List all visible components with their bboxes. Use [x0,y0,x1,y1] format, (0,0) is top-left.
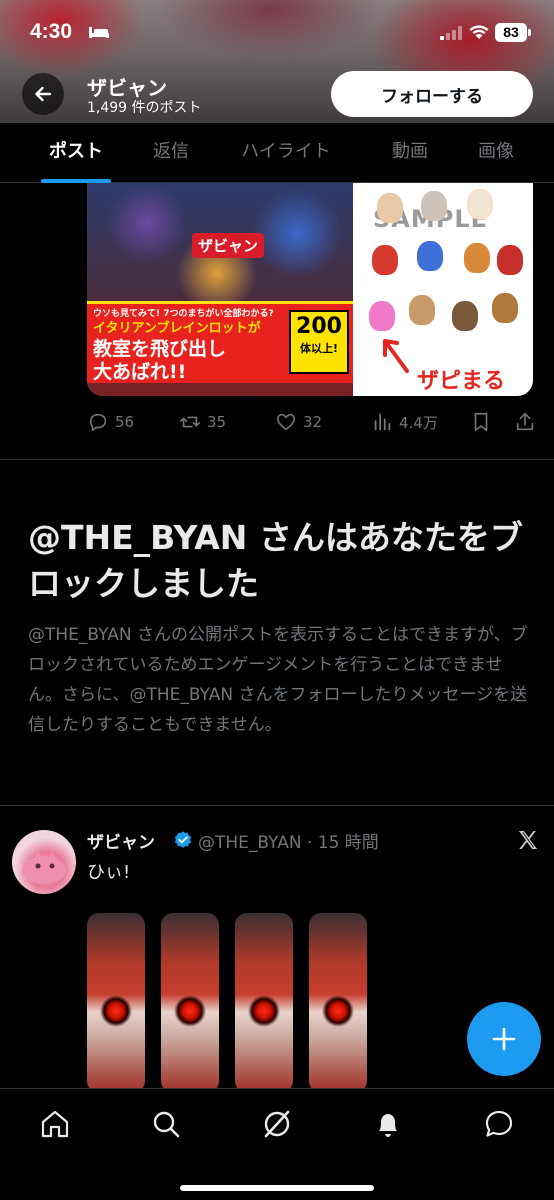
battery-tip [528,29,531,36]
sticker-figure [467,189,493,219]
media-brand-label: ザビャン [192,233,265,258]
cellular-signal-icon [440,26,462,40]
status-bar: 4:30 83 [0,20,554,46]
promo-line-3: 大あばれ!! [93,361,187,383]
views-count: 4.4万 [399,413,438,432]
notifications-icon[interactable] [371,1107,405,1141]
tab-posts[interactable]: ポスト [0,123,152,182]
reply-count: 56 [115,413,135,431]
section-divider [0,459,554,460]
repost-button[interactable]: 35 [179,404,226,440]
battery-indicator: 83 [495,23,527,42]
home-indicator-bar [180,1185,374,1191]
repost-count: 35 [207,413,227,431]
verified-badge-icon [174,831,192,848]
sticker-figure [452,301,478,331]
post-image-panel[interactable] [87,913,145,1093]
sticker-figure [497,245,523,275]
avatar[interactable] [12,830,76,894]
tab-replies[interactable]: 返信 [152,123,190,182]
compose-post-button[interactable] [467,1002,541,1076]
share-icon [516,412,534,431]
post-handle-and-time[interactable]: @THE_BYAN · 15 時間 [198,828,379,853]
like-button[interactable]: 32 [275,404,322,440]
tab-media[interactable]: 画像 [438,123,554,182]
follow-button[interactable]: フォローする [331,71,533,117]
reply-button[interactable]: 56 [87,404,134,440]
like-count: 32 [303,413,323,431]
bottom-navigation [0,1088,554,1200]
x-logo-icon [519,831,537,849]
post-count: 1,499 件のポスト [87,100,202,116]
profile-tabs: ポスト 返信 ハイライト 動画 画像 [0,123,554,183]
avatar-character-image [22,852,66,884]
post-media-image[interactable]: ザビャン ウソも見てみて! 7つのまちがい全部わかる? イタリアンブレインロット… [87,183,533,396]
sticker-figure [417,241,443,271]
heart-icon [276,413,296,431]
promo-badge-suffix: 体以上! [299,342,339,355]
repost-icon [180,416,200,428]
arrow-left-icon [35,86,52,102]
sticker-figure [464,243,490,273]
search-icon[interactable] [149,1107,183,1141]
plus-icon [492,1027,516,1051]
tab-videos[interactable]: 動画 [382,123,438,182]
zapi-character-label: ザピまる [417,369,506,394]
section-divider [0,805,554,806]
sticker-figure [377,193,403,223]
bookmark-button[interactable] [470,404,492,440]
sleep-mode-icon [89,27,109,38]
post-image-panel[interactable] [161,913,219,1093]
post-text: ひぃ! [87,862,131,883]
sticker-figure [492,293,518,323]
promo-banner: ウソも見てみて! 7つのまちがい全部わかる? イタリアンブレインロットが 教室を… [87,301,353,383]
home-icon[interactable] [38,1107,72,1141]
profile-header: 4:30 83 ザビャン 1,499 件のポスト フォローする [0,0,554,123]
tab-highlights[interactable]: ハイライト [190,123,382,182]
promo-badge-number: 200 [296,314,342,339]
blocked-notice-title: @THE_BYAN さんはあなたをブロックしました [28,518,523,603]
sticker-figure [409,295,435,325]
promo-count-badge: 200 体以上! [289,310,349,374]
post-image-panel[interactable] [309,913,367,1093]
blocked-notice-body: @THE_BYAN さんの公開ポストを表示することはできますが、ブロックされてい… [28,625,528,735]
status-time: 4:30 [30,20,73,43]
sticker-figure [372,245,398,275]
messages-icon[interactable] [482,1107,516,1141]
bookmark-icon [474,412,488,432]
share-button[interactable] [514,404,536,440]
grok-icon[interactable] [260,1107,294,1141]
sticker-figure [369,301,395,331]
post-image-panel[interactable] [235,913,293,1093]
back-button[interactable] [22,73,64,115]
arrow-pointer-icon [383,339,409,373]
views-button[interactable]: 4.4万 [371,404,438,440]
bar-chart-icon [374,413,391,431]
wifi-icon [469,25,489,39]
reply-icon [89,413,107,432]
book-cover-image: ザビャン ウソも見てみて! 7つのまちがい全部わかる? イタリアンブレインロット… [87,183,353,396]
sticker-figure [421,191,447,221]
post-action-bar: 56 35 32 4.4万 [87,404,537,440]
post-author-name[interactable]: ザビャン [87,828,155,853]
